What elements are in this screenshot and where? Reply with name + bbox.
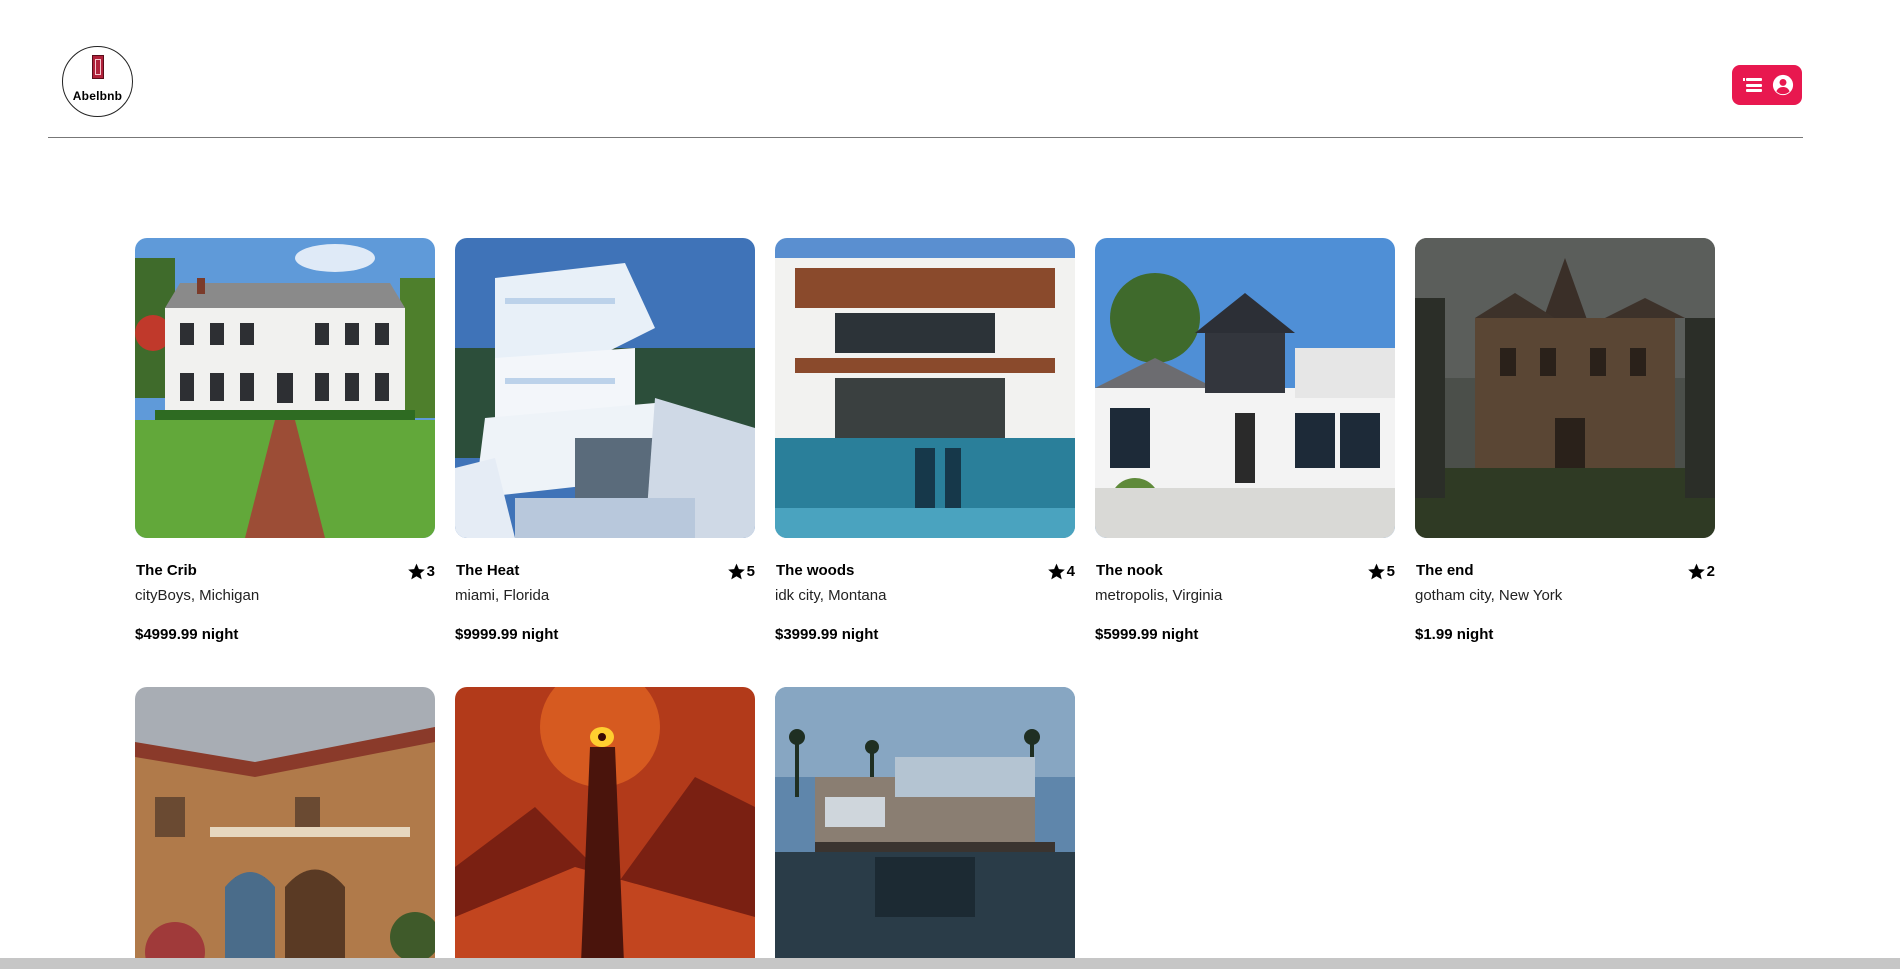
listing-price: $1.99 night [1415,626,1494,643]
listing-location: metropolis, Virginia [1095,587,1223,604]
listing-title: The nook [1096,562,1163,579]
rating-value: 5 [746,563,755,580]
door-icon [92,55,104,79]
listing-location: miami, Florida [455,587,550,604]
listing-title: The end [1416,562,1474,579]
listing-image[interactable] [1415,238,1715,538]
rating-value: 4 [1066,563,1075,580]
listing-price: $4999.99 night [135,626,239,643]
listing-rating: 4 [1047,562,1075,581]
star-icon [1367,563,1385,580]
page: Abelbnb The Crib 3 cityBoys, Michigan $4… [0,0,1900,969]
site-header: Abelbnb [48,0,1803,138]
listing-title: The Heat [456,562,520,579]
star-icon [407,563,425,580]
logo-text: Abelbnb [72,89,123,103]
listing-image[interactable] [455,238,755,538]
user-circle-icon [1772,74,1794,96]
logo[interactable]: Abelbnb [62,46,133,117]
listing-image[interactable] [135,238,435,538]
listing-rating: 5 [1367,562,1395,581]
listing-image[interactable] [135,687,435,969]
listing-title: The Crib [136,562,197,579]
listing-image[interactable] [455,687,755,969]
star-icon [727,563,745,580]
listing-location: cityBoys, Michigan [135,587,260,604]
hamburger-icon [1743,78,1762,92]
horizontal-scrollbar[interactable] [0,958,1900,969]
rating-value: 3 [426,563,435,580]
star-icon [1687,563,1705,580]
listing-price: $3999.99 night [775,626,879,643]
rating-value: 2 [1706,563,1715,580]
listing-price: $9999.99 night [455,626,559,643]
listing-location: gotham city, New York [1415,587,1563,604]
listing-rating: 3 [407,562,435,581]
listing-image[interactable] [775,238,1075,538]
rating-value: 5 [1386,563,1395,580]
listing-rating: 2 [1687,562,1715,581]
star-icon [1047,563,1065,580]
listing-image[interactable] [1095,238,1395,538]
listing-title: The woods [776,562,855,579]
listing-price: $5999.99 night [1095,626,1199,643]
listing-location: idk city, Montana [775,587,887,604]
listing-rating: 5 [727,562,755,581]
user-menu-button[interactable] [1732,65,1802,105]
listing-image[interactable] [775,687,1075,969]
